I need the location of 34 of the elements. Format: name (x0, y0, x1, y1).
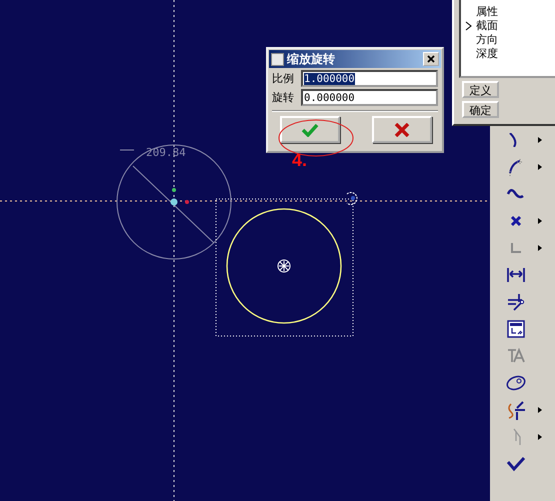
check-icon (301, 122, 319, 136)
input-field[interactable]: 0.000000 (301, 89, 438, 106)
rotate-handle[interactable] (346, 192, 358, 205)
window-icon (271, 52, 284, 66)
cancel-button[interactable] (372, 116, 432, 143)
ok-button[interactable] (280, 116, 340, 143)
panel-button[interactable]: 确定 (462, 101, 499, 118)
close-button[interactable] (423, 52, 439, 66)
dimension-icon[interactable] (506, 266, 526, 284)
center-point (170, 198, 178, 206)
panel-button[interactable]: 定义 (462, 81, 499, 98)
field-value: 0.000000 (304, 92, 355, 104)
field-value: 1.000000 (304, 72, 355, 84)
ellipse-icon[interactable] (505, 374, 527, 392)
list-item[interactable]: 截面 (476, 19, 498, 33)
input-field[interactable]: 1.000000 (301, 70, 438, 87)
dialog-title: 缩放旋转 (287, 50, 336, 68)
field-label: 比例 (272, 71, 295, 86)
dimension-value: 209.84 (146, 146, 186, 159)
snap-point (185, 200, 189, 204)
origin-icon (278, 260, 290, 272)
close-icon (427, 55, 435, 63)
field-label: 旋转 (272, 90, 295, 105)
check-icon[interactable] (506, 456, 526, 472)
trim-icon[interactable] (505, 400, 527, 420)
list-item[interactable]: 方向 (476, 33, 498, 47)
constraint-icon[interactable] (507, 320, 525, 338)
list-item[interactable]: 深度 (476, 47, 498, 61)
list-item[interactable]: 属性 (476, 5, 498, 19)
close-icon (394, 122, 410, 136)
step-label: 4. (292, 150, 308, 171)
snap-point (172, 188, 176, 192)
point-icon[interactable] (510, 214, 522, 226)
edit-dimension-icon[interactable] (506, 292, 526, 312)
